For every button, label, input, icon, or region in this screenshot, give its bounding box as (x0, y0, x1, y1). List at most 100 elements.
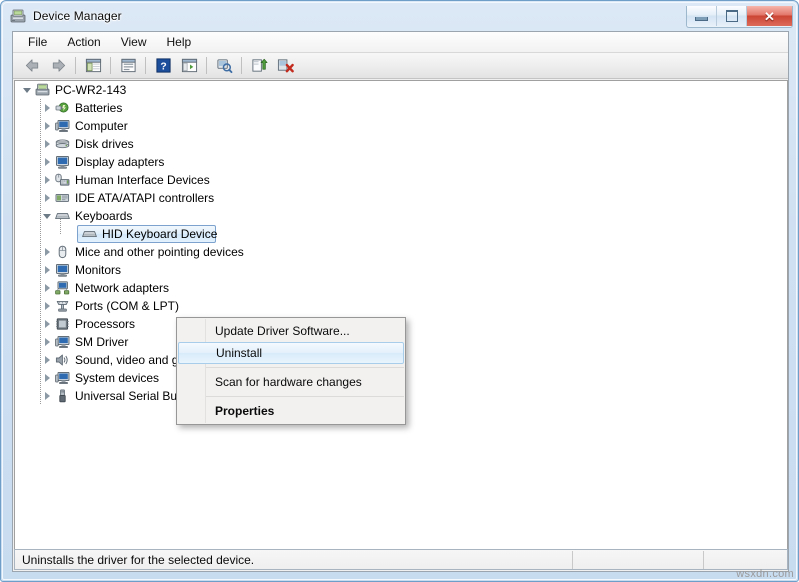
forward-icon[interactable] (46, 55, 70, 77)
expander-keyboards[interactable] (40, 212, 54, 221)
chevron-down-icon (42, 212, 52, 221)
expander-display-adapters[interactable] (40, 157, 54, 167)
back-icon[interactable] (20, 55, 44, 77)
tree-item-label: Processors (75, 317, 136, 331)
context-menu[interactable]: Update Driver Software... Uninstall Scan… (176, 317, 406, 425)
chevron-right-icon (43, 283, 52, 293)
tree-item-label: Display adapters (75, 155, 165, 169)
expander-root[interactable] (20, 86, 34, 95)
expander-processors[interactable] (40, 319, 54, 329)
menu-item-view[interactable]: View (112, 33, 156, 51)
expander-ide-controllers[interactable] (40, 193, 54, 203)
tree-item-label: System devices (75, 371, 160, 385)
tree-item-label: HID Keyboard Device (102, 227, 218, 241)
expander-sm-driver[interactable] (40, 337, 54, 347)
close-icon: ✕ (764, 8, 775, 24)
uninstall-device-icon[interactable] (273, 55, 297, 77)
context-menu-separator (206, 396, 404, 397)
scan-for-hardware-changes-icon[interactable] (212, 55, 236, 77)
context-menu-item-uninstall[interactable]: Uninstall (178, 342, 404, 364)
toolbar-separator (206, 57, 207, 74)
usb-icon (59, 389, 66, 403)
svg-text:?: ? (160, 61, 166, 72)
device-manager-icon (10, 9, 26, 23)
expander-computer[interactable] (40, 121, 54, 131)
properties-icon[interactable] (116, 55, 140, 77)
tree-item-label: Disk drives (75, 137, 134, 151)
tree-item-display-adapters[interactable]: Display adapters (15, 153, 787, 171)
help-icon[interactable]: ? (151, 55, 175, 77)
tree-item-human-interface-devices[interactable]: Human Interface Devices (15, 171, 787, 189)
sound-icon (55, 354, 68, 366)
expander-batteries[interactable] (40, 103, 54, 113)
maximize-button[interactable] (717, 6, 747, 26)
expander-monitors[interactable] (40, 265, 54, 275)
tree-item-monitors[interactable]: Monitors (15, 261, 787, 279)
tree-item-computer[interactable]: Computer (15, 117, 787, 135)
tree-item-ide-controllers[interactable]: IDE ATA/ATAPI controllers (15, 189, 787, 207)
chevron-right-icon (43, 157, 52, 167)
show-hide-action-pane-icon[interactable] (177, 55, 201, 77)
battery-icon (55, 102, 69, 113)
tree-item-label: Keyboards (75, 209, 133, 223)
chevron-right-icon (43, 247, 52, 257)
tree-item-label: Ports (COM & LPT) (75, 299, 180, 313)
status-bar-text: Uninstalls the driver for the selected d… (22, 552, 255, 567)
tree-item-mice[interactable]: Mice and other pointing devices (15, 243, 787, 261)
disk-drive-icon (55, 139, 70, 149)
tree-item-network-adapters[interactable]: Network adapters (15, 279, 787, 297)
expander-mice[interactable] (40, 247, 54, 257)
expander-sound-controllers[interactable] (40, 355, 54, 365)
expander-human-interface-devices[interactable] (40, 175, 54, 185)
toolbar: ? (13, 53, 788, 79)
ide-controller-icon (55, 193, 70, 202)
menu-item-action[interactable]: Action (58, 33, 109, 51)
keyboard-icon (55, 213, 70, 220)
chevron-right-icon (43, 175, 52, 185)
chevron-right-icon (43, 103, 52, 113)
context-menu-item-update-driver-software[interactable]: Update Driver Software... (177, 320, 405, 342)
menu-bar: File Action View Help (13, 32, 788, 53)
device-manager-window: Device Manager ✕ File Action View Help ?… (0, 0, 799, 582)
toolbar-separator (145, 57, 146, 74)
context-menu-item-properties[interactable]: Properties (177, 400, 405, 422)
tree-item-label: PC-WR2-143 (55, 83, 127, 97)
expander-disk-drives[interactable] (40, 139, 54, 149)
expander-network-adapters[interactable] (40, 283, 54, 293)
minimize-icon (695, 17, 708, 21)
tree-item-disk-drives[interactable]: Disk drives (15, 135, 787, 153)
tree-item-label: IDE ATA/ATAPI controllers (75, 191, 215, 205)
restore-icon (725, 10, 738, 22)
expander-system-devices[interactable] (40, 373, 54, 383)
tree-item-hid-keyboard-device[interactable]: HID Keyboard Device (15, 225, 787, 243)
chevron-right-icon (43, 373, 52, 383)
context-menu-separator (206, 367, 404, 368)
update-driver-icon[interactable] (247, 55, 271, 77)
toolbar-separator (241, 57, 242, 74)
tree-item-root[interactable]: PC-WR2-143 (15, 81, 787, 99)
minimize-button[interactable] (687, 6, 717, 26)
port-icon (56, 300, 69, 312)
network-adapter-icon (55, 281, 70, 295)
display-adapter-icon (56, 155, 69, 169)
close-button[interactable]: ✕ (747, 6, 792, 26)
tree-item-ports[interactable]: Ports (COM & LPT) (15, 297, 787, 315)
toolbar-separator (75, 57, 76, 74)
processor-icon (56, 318, 69, 330)
context-menu-item-scan-for-hardware-changes[interactable]: Scan for hardware changes (177, 371, 405, 393)
expander-usb-controllers[interactable] (40, 391, 54, 401)
tree-item-batteries[interactable]: Batteries (15, 99, 787, 117)
show-hide-console-tree-icon[interactable] (81, 55, 105, 77)
watermark: wsxdn.com (736, 568, 794, 580)
chevron-right-icon (43, 121, 52, 131)
expander-ports[interactable] (40, 301, 54, 311)
tree-item-keyboards[interactable]: Keyboards (15, 207, 787, 225)
menu-item-help[interactable]: Help (158, 33, 201, 51)
window-controls: ✕ (686, 6, 793, 28)
status-bar-divider (703, 551, 704, 569)
chevron-right-icon (43, 139, 52, 149)
chevron-right-icon (43, 193, 52, 203)
menu-item-file[interactable]: File (19, 33, 56, 51)
device-tree[interactable]: PC-WR2-143 Batteries Computer Disk drive… (14, 80, 788, 554)
toolbar-separator (110, 57, 111, 74)
